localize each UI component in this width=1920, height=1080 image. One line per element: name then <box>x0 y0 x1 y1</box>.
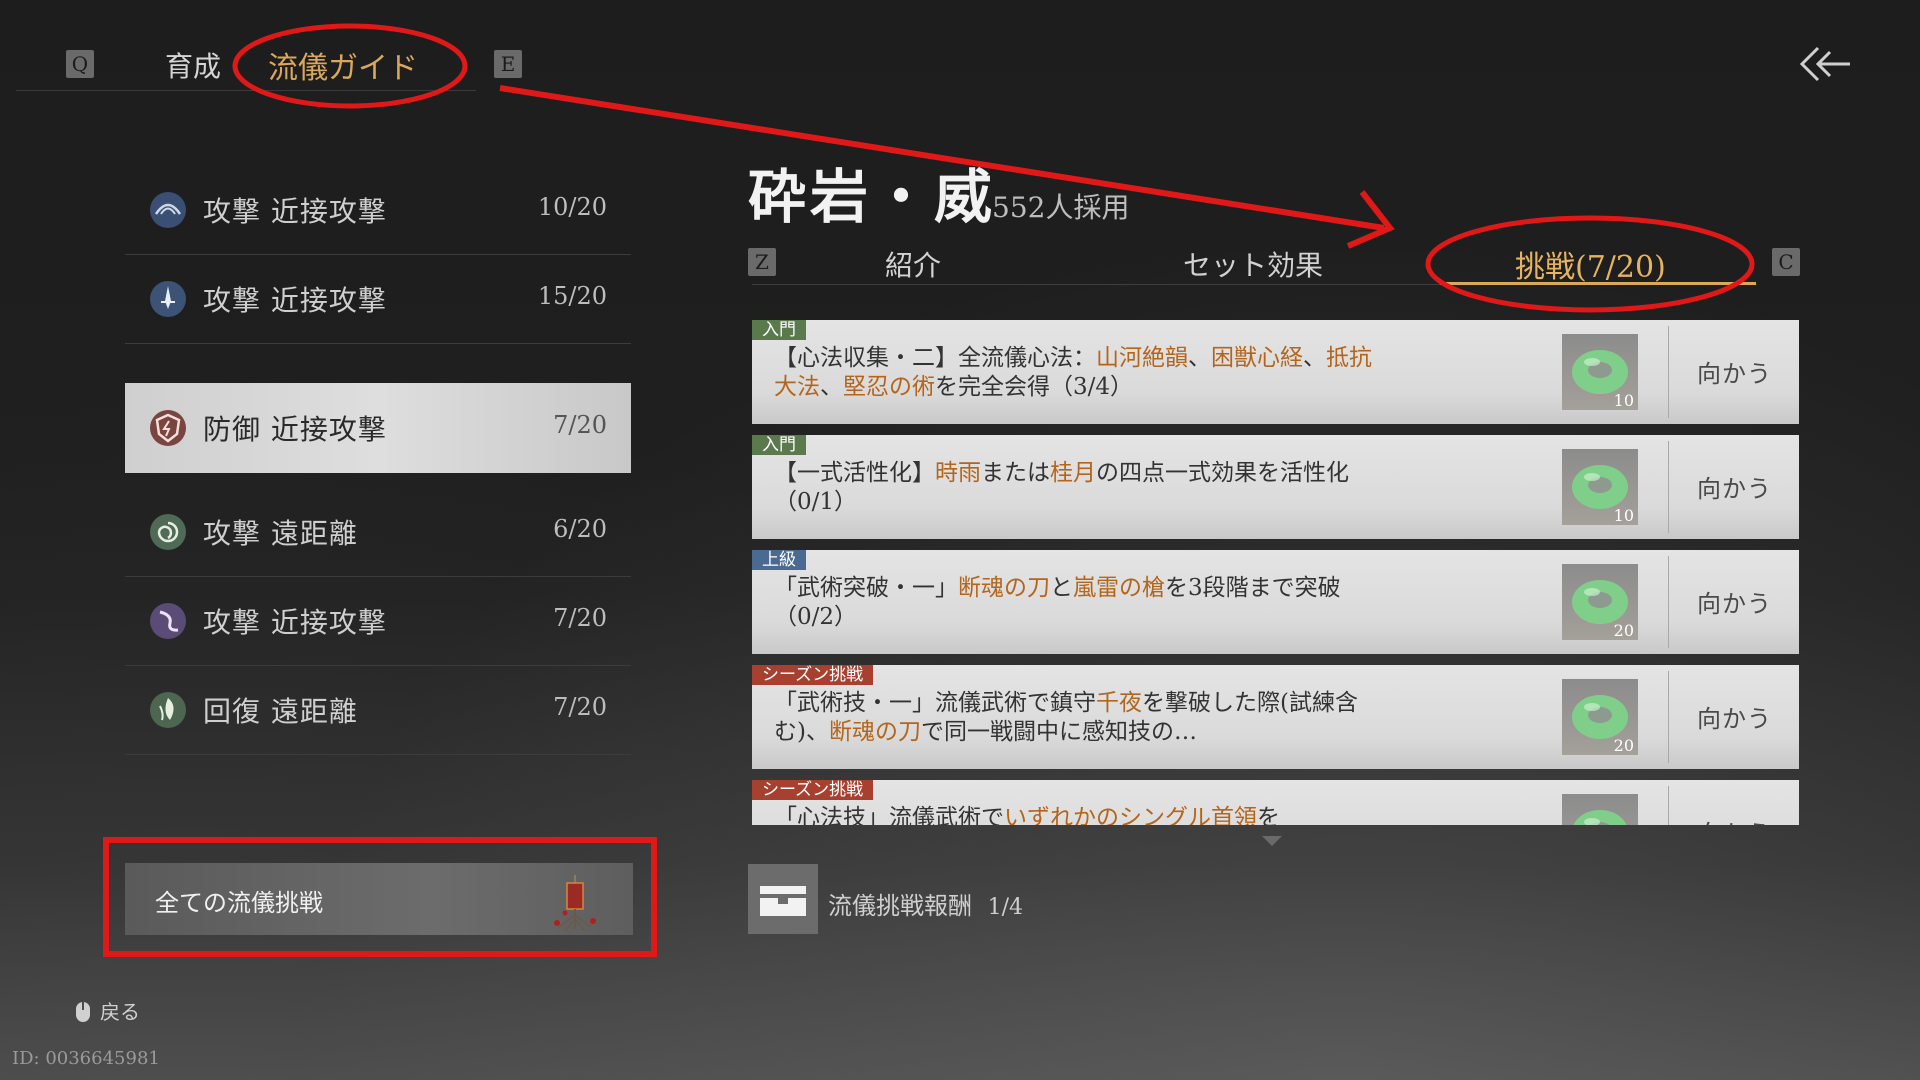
annotation-overlay <box>103 23 1755 957</box>
annotation-box-all-challenges <box>103 837 657 957</box>
annotation-circle-challenge <box>1425 215 1755 313</box>
annotation-circle-guide <box>232 23 468 109</box>
annotation-arrow-line <box>499 85 1385 231</box>
annotation-arrow-head <box>1346 190 1395 249</box>
